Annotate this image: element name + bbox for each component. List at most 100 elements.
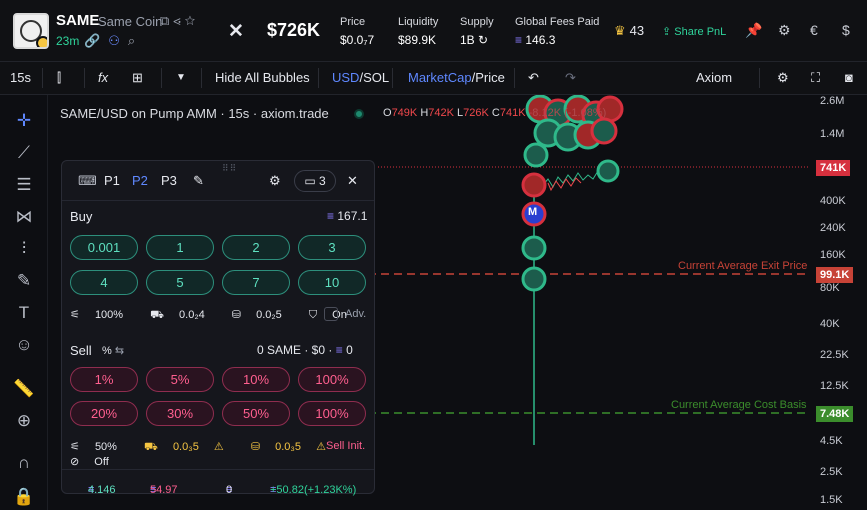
sell-amount-button[interactable]: 20%: [70, 401, 138, 426]
mcap-price-toggle[interactable]: MarketCap/Price: [408, 70, 505, 85]
text-icon[interactable]: T: [12, 301, 36, 325]
zoom-in-icon[interactable]: ⊕: [12, 409, 36, 433]
token-action-icons[interactable]: ⧉⋖☆: [160, 13, 199, 29]
y-tick: 2.6M: [820, 95, 845, 107]
y-tick: 4.5K: [820, 435, 843, 447]
share-icon[interactable]: ⋖: [173, 13, 184, 28]
emoji-icon[interactable]: ☺: [12, 333, 36, 357]
buy-amount-button[interactable]: 1: [146, 235, 214, 260]
buy-amount-button[interactable]: 0.001: [70, 235, 138, 260]
exit-price-tag: 99.1K: [816, 267, 854, 283]
hide-bubbles-button[interactable]: Hide All Bubbles: [215, 70, 310, 85]
chevron-down-icon[interactable]: ▼: [176, 72, 186, 83]
y-tick: 1.5K: [820, 494, 843, 506]
pattern-icon[interactable]: ⋈: [12, 205, 36, 229]
priority-icon: ⛟: [150, 309, 164, 321]
position-icon[interactable]: ⫶: [12, 237, 36, 261]
dollar-toggle-icon[interactable]: $: [842, 22, 850, 38]
chart-settings-icon[interactable]: ⚙: [777, 70, 789, 86]
preset-tab-p2[interactable]: P2: [132, 173, 148, 188]
sell-balance: 0 SAME · $0 · ≡ 0: [257, 343, 353, 357]
magnet-icon[interactable]: ∩: [12, 451, 36, 475]
axiom-theme-select[interactable]: Axiom: [696, 70, 732, 85]
live-status-dot: [354, 109, 364, 119]
indicators-icon[interactable]: fx: [98, 70, 108, 85]
sell-amount-button[interactable]: 100%: [298, 401, 366, 426]
y-tick: 2.5K: [820, 466, 843, 478]
buy-label: Buy: [70, 209, 93, 224]
star-icon[interactable]: ☆: [185, 13, 200, 28]
crown-badge[interactable]: ♛ 43: [614, 23, 644, 39]
sol-icon: ≡: [515, 33, 523, 47]
x-social-icon[interactable]: ✕: [228, 20, 244, 43]
mev-off-icon: ⊘: [70, 456, 80, 468]
swap-icon: ⇆: [114, 345, 125, 357]
token-name: Same Coin: [98, 14, 163, 29]
buy-amount-button[interactable]: 7: [222, 270, 290, 295]
layout-icon[interactable]: ⊞: [132, 70, 143, 86]
sell-init-button[interactable]: Sell Init.: [326, 440, 365, 452]
share-pnl-button[interactable]: ⇪ Share PnL: [662, 25, 726, 38]
currency-toggle-icon[interactable]: €: [810, 22, 818, 38]
edit-icon[interactable]: ✎: [193, 173, 204, 189]
stat-price: Price $0.0₇7: [340, 16, 375, 47]
migration-marker: M: [528, 206, 538, 218]
search-icon[interactable]: ⌕: [128, 33, 135, 48]
drawing-toolbar: ✛ ⟋ ☰ ⋈ ⫶ ✎ T ☺ 📏 ⊕ ∩ 🔒: [0, 95, 48, 510]
cost-basis-label: Current Average Cost Basis: [671, 399, 807, 411]
sell-unit-toggle[interactable]: % ⇆: [102, 344, 124, 357]
candle-type-icon[interactable]: ⫿: [57, 70, 61, 86]
y-tick: 160K: [820, 249, 846, 261]
chart-toolbar: 15s ⫿ fx ⊞ ▼ Hide All Bubbles USD/SOL Ma…: [0, 62, 867, 95]
sell-amount-button[interactable]: 5%: [146, 367, 214, 392]
y-tick: 400K: [820, 195, 846, 207]
sell-amount-button[interactable]: 100%: [298, 367, 366, 392]
buy-amount-button[interactable]: 2: [222, 235, 290, 260]
stat-supply: Supply 1B ↻: [460, 16, 494, 47]
keyboard-icon[interactable]: ⌨: [78, 173, 97, 189]
ohlc-readout: O749K H742K L726K C741K -8.12K (-1.08%): [383, 107, 607, 119]
preset-tab-p1[interactable]: P1: [104, 173, 120, 188]
redo-icon[interactable]: ↷: [565, 70, 576, 86]
copy-icon[interactable]: ⧉: [160, 13, 173, 28]
crosshair-icon[interactable]: ✛: [12, 109, 36, 133]
pin-icon[interactable]: 📌: [745, 22, 762, 39]
buy-amount-button[interactable]: 5: [146, 270, 214, 295]
settings-icon[interactable]: ⚙: [778, 22, 791, 39]
trade-bubbles: [521, 95, 624, 292]
instant-trade-panel: ⠿⠿ ⌨ P1 P2 P3 ✎ ⚙ ▭ 3 ✕ Buy ≡ 167.1 0.00…: [61, 160, 375, 496]
mev-shield-icon: ⛉: [308, 309, 318, 321]
brush-icon[interactable]: ✎: [12, 269, 36, 293]
close-icon[interactable]: ✕: [347, 173, 358, 189]
lock-drawing-icon[interactable]: 🔒: [12, 485, 36, 509]
sell-amount-button[interactable]: 30%: [146, 401, 214, 426]
token-age: 23m: [56, 34, 80, 48]
token-header: SAME Same Coin ⧉⋖☆ 23m 🔗 ⚇ ⌕ ✕ $726K Price…: [0, 0, 867, 62]
link-icon[interactable]: 🔗: [84, 33, 100, 48]
ruler-icon[interactable]: 📏: [12, 377, 36, 401]
sell-amount-button[interactable]: 1%: [70, 367, 138, 392]
camera-icon[interactable]: ◙: [845, 70, 853, 85]
advanced-checkbox[interactable]: [324, 307, 338, 321]
refresh-icon[interactable]: ↻: [478, 33, 488, 47]
fib-icon[interactable]: ☰: [12, 173, 36, 197]
interval-select[interactable]: 15s: [10, 70, 31, 85]
current-price-tag: 741K: [816, 160, 851, 176]
undo-icon[interactable]: ↶: [528, 70, 539, 86]
sell-amount-button[interactable]: 10%: [222, 367, 290, 392]
wallet-count[interactable]: ▭ 3: [294, 170, 336, 192]
users-icon[interactable]: ⚇: [108, 33, 120, 48]
bribe-icon: ⛁: [231, 309, 242, 321]
buy-amount-button[interactable]: 10: [298, 270, 366, 295]
trendline-icon[interactable]: ⟋: [12, 141, 36, 165]
buy-amount-button[interactable]: 3: [298, 235, 366, 260]
preset-tab-p3[interactable]: P3: [161, 173, 177, 188]
sell-amount-button[interactable]: 50%: [222, 401, 290, 426]
token-avatar[interactable]: [13, 13, 49, 49]
buy-amount-button[interactable]: 4: [70, 270, 138, 295]
usd-sol-toggle[interactable]: USD/SOL: [332, 70, 389, 85]
token-link-icons: 🔗 ⚇ ⌕: [84, 33, 143, 49]
y-tick: 1.4M: [820, 128, 845, 140]
fullscreen-icon[interactable]: ⛶: [811, 70, 820, 86]
panel-settings-icon[interactable]: ⚙: [269, 173, 281, 189]
